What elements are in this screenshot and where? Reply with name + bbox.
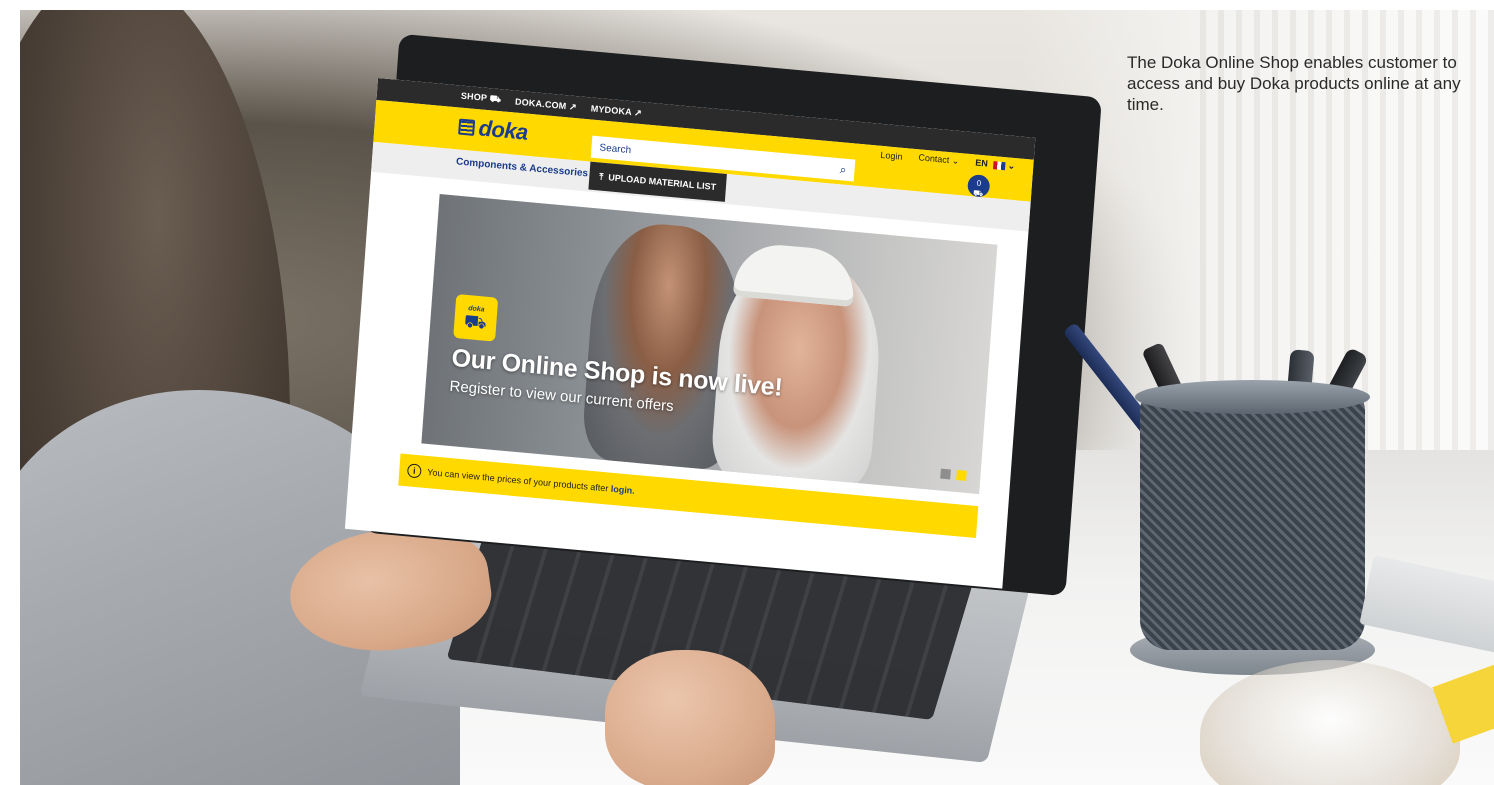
wheelbarrow-icon: ⛟ bbox=[489, 93, 502, 105]
upload-icon: ⤒ bbox=[599, 170, 604, 182]
upload-button-label: UPLOAD MATERIAL LIST bbox=[607, 172, 717, 193]
contact-label: Contact bbox=[918, 152, 950, 166]
caption-text: The Doka Online Shop enables customer to… bbox=[1127, 53, 1461, 114]
language-selector[interactable]: EN ⌄ bbox=[975, 157, 1016, 172]
topbar-mydoka-label: MYDOKA bbox=[590, 102, 632, 117]
language-label: EN bbox=[974, 157, 989, 169]
info-text: You can view the prices of your products… bbox=[427, 467, 635, 496]
contact-dropdown[interactable]: Contact ⌄ bbox=[918, 152, 960, 167]
topbar-dokacom-link[interactable]: DOKA.COM ↗ bbox=[515, 96, 578, 113]
chevron-down-icon: ⌄ bbox=[951, 155, 960, 167]
external-link-icon: ↗ bbox=[633, 106, 643, 118]
topbar-shop-label: SHOP bbox=[460, 90, 488, 103]
search-icon[interactable]: ⌕ bbox=[839, 162, 847, 178]
cart-count-badge: 0 bbox=[976, 178, 982, 189]
banner-photo-hard-hat bbox=[732, 241, 857, 307]
pencil-cup bbox=[1140, 390, 1365, 650]
hero-banner[interactable]: doka ⛟ Our Online Shop is now live! Regi… bbox=[421, 194, 998, 495]
topbar-shop-link[interactable]: SHOP ⛟ bbox=[460, 90, 502, 107]
external-link-icon: ↗ bbox=[568, 100, 578, 112]
topbar-dokacom-label: DOKA.COM bbox=[514, 96, 567, 111]
info-login-link[interactable]: login. bbox=[610, 484, 635, 496]
flag-icon bbox=[992, 160, 1006, 170]
carousel-dots bbox=[940, 468, 967, 481]
laptop-screen-website: SHOP ⛟ DOKA.COM ↗ MYDOKA ↗ doka ⌕ Login … bbox=[344, 78, 1036, 589]
info-icon: i bbox=[406, 463, 422, 479]
login-link[interactable]: Login bbox=[880, 149, 903, 161]
nav-components-accessories[interactable]: Components & Accessories bbox=[456, 156, 589, 179]
doka-logo[interactable]: doka bbox=[458, 114, 529, 146]
doka-logo-text: doka bbox=[477, 115, 529, 145]
carousel-dot-2[interactable] bbox=[956, 470, 967, 481]
right-hand bbox=[605, 650, 775, 785]
pencil-cup-rim bbox=[1135, 380, 1370, 414]
chevron-down-icon: ⌄ bbox=[1007, 160, 1016, 172]
wheelbarrow-icon: ⛟ bbox=[463, 310, 488, 333]
shop-app-badge: doka ⛟ bbox=[453, 293, 499, 342]
topbar-mydoka-link[interactable]: MYDOKA ↗ bbox=[590, 103, 642, 119]
info-message: You can view the prices of your products… bbox=[426, 467, 609, 494]
doka-logo-icon bbox=[458, 118, 476, 136]
carousel-dot-1[interactable] bbox=[940, 468, 951, 480]
